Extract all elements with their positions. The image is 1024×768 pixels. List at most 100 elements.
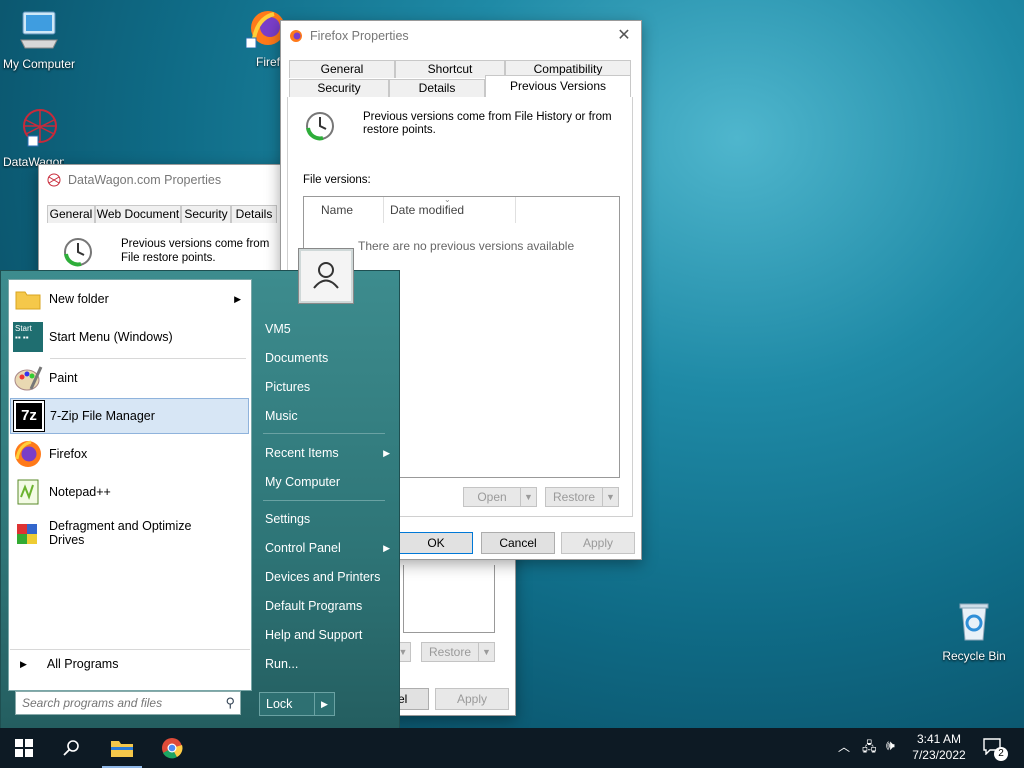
start-item-label: Notepad++: [49, 485, 111, 499]
folder-icon: [111, 741, 133, 757]
defragment-icon: [17, 524, 37, 544]
start-link-control-panel[interactable]: Control Panel ▶: [257, 535, 392, 561]
file-versions-label: File versions:: [303, 174, 371, 186]
apply-button[interactable]: Apply: [435, 688, 509, 710]
tab-security[interactable]: Security: [181, 205, 231, 223]
clock-time: 3:41 AM: [916, 732, 962, 746]
7zip-icon: 7z: [13, 400, 45, 432]
folder-icon: [15, 291, 41, 310]
tab-security[interactable]: Security: [289, 79, 389, 97]
sort-arrow-icon: ⌄: [444, 195, 451, 204]
start-link-label: Recent Items: [265, 446, 339, 460]
show-hidden-icons-chevron-up-icon[interactable]: ︿: [838, 738, 850, 755]
info-text: Previous versions come from File History…: [363, 111, 612, 136]
start-link-vm5[interactable]: VM5: [257, 316, 392, 342]
start-link-my-computer[interactable]: My Computer: [257, 469, 392, 495]
chevron-right-icon: ▶: [234, 293, 241, 304]
network-icon[interactable]: 🖧: [862, 738, 877, 760]
user-icon: [313, 262, 339, 289]
start-link-default-programs[interactable]: Default Programs: [257, 593, 392, 619]
start-link-recent-items[interactable]: Recent Items ▶: [257, 440, 392, 466]
search-icon: [63, 740, 79, 756]
start-item-defragment[interactable]: Defragment and Optimize Drives: [10, 513, 249, 553]
search-input[interactable]: [16, 692, 212, 714]
column-header-name[interactable]: Name: [304, 197, 384, 223]
taskbar: ︿ 🖧 🕪 3:41 AM 7/23/2022 2: [0, 728, 1024, 768]
tab-web-document[interactable]: Web Document: [95, 205, 181, 223]
lock-label: Lock: [266, 697, 293, 711]
search-icon[interactable]: ⚲: [225, 695, 235, 711]
web-shortcut-icon: [23, 109, 57, 147]
window-title: DataWagon.com Properties: [68, 173, 222, 187]
restore-button[interactable]: Restore ▼: [545, 487, 619, 507]
empty-message: There are no previous versions available: [358, 239, 575, 253]
all-programs-label: All Programs: [46, 657, 119, 671]
start-link-run[interactable]: Run...: [257, 651, 392, 677]
volume-icon[interactable]: 🕪: [886, 737, 895, 754]
search-box[interactable]: ⚲: [15, 691, 241, 715]
start-item-new-folder[interactable]: New folder ▶: [10, 281, 249, 317]
desktop-icon-my-computer[interactable]: My Computer: [0, 10, 81, 71]
start-link-help-and-support[interactable]: Help and Support: [257, 622, 392, 648]
chevron-down-icon: ▼: [478, 643, 494, 661]
taskbar-chrome[interactable]: [148, 728, 196, 768]
start-item-start-menu-windows[interactable]: Start ▪▪ ▪▪ Start Menu (Windows): [10, 319, 249, 355]
restore-label: Restore: [428, 645, 472, 659]
chevron-right-icon: ▶: [383, 543, 390, 553]
start-link-label: Control Panel: [265, 541, 341, 555]
desktop-icon-label: Recycle Bin: [942, 649, 1006, 663]
start-item-label: 7-Zip File Manager: [50, 409, 155, 423]
start-item-label: Firefox: [49, 447, 88, 461]
close-icon[interactable]: ✕: [615, 27, 633, 45]
start-button[interactable]: [0, 728, 48, 768]
tab-row-bottom: Security Details Previous Versions: [289, 75, 631, 97]
start-link-devices-and-printers[interactable]: Devices and Printers: [257, 564, 392, 590]
restore-button[interactable]: Restore ▼: [421, 642, 495, 662]
start-link-documents[interactable]: Documents: [257, 345, 392, 371]
clock-restore-icon: [306, 112, 334, 141]
tab-details[interactable]: Details: [231, 205, 277, 223]
chevron-down-icon: ▼: [520, 488, 536, 506]
clock[interactable]: 3:41 AM 7/23/2022: [906, 731, 972, 763]
open-button[interactable]: Open ▼: [463, 487, 537, 507]
all-programs[interactable]: ▶ All Programs: [10, 651, 249, 677]
open-label: Open: [477, 490, 507, 504]
start-link-settings[interactable]: Settings: [257, 506, 392, 532]
tab-details[interactable]: Details: [389, 79, 485, 97]
separator: [263, 433, 385, 434]
start-item-firefox[interactable]: Firefox: [10, 436, 249, 472]
tab-general[interactable]: General: [47, 205, 95, 223]
action-center-icon[interactable]: 2: [982, 737, 1008, 761]
tab-previous-versions[interactable]: Previous Versions: [485, 75, 631, 97]
window-title: Firefox Properties: [310, 29, 409, 43]
separator: [10, 649, 250, 650]
start-item-paint[interactable]: Paint: [10, 360, 249, 396]
cancel-button[interactable]: Cancel: [481, 532, 555, 554]
restore-label: Restore: [552, 490, 596, 504]
desktop-icon-label: Firefox: [256, 55, 281, 69]
info-text: Previous versions come from File restore…: [121, 238, 270, 264]
ok-button[interactable]: OK: [399, 532, 473, 554]
lock-button[interactable]: Lock ▶: [259, 692, 335, 716]
chevron-right-icon: ▶: [20, 658, 27, 669]
start-item-label: Defragment and Optimize Drives: [49, 519, 192, 547]
start-item-notepad-plus-plus[interactable]: Notepad++: [10, 474, 249, 510]
chevron-right-icon[interactable]: ▶: [314, 693, 334, 715]
start-item-7zip[interactable]: 7z 7-Zip File Manager: [10, 398, 249, 434]
desktop-icon-recycle-bin[interactable]: Recycle Bin: [932, 602, 1016, 663]
start-item-label: Paint: [49, 371, 78, 385]
search-button[interactable]: [48, 728, 96, 768]
chevron-right-icon: ▶: [383, 448, 390, 458]
desktop-icon-label: My Computer: [2, 57, 76, 71]
start-link-music[interactable]: Music: [257, 403, 392, 429]
taskbar-file-explorer[interactable]: [98, 728, 146, 768]
desktop-icon-datawagon[interactable]: DataWagon.com: [0, 108, 82, 169]
separator: [50, 358, 246, 359]
start-item-label: New folder: [49, 292, 109, 306]
chrome-icon: [162, 738, 183, 759]
tab-general[interactable]: General: [289, 60, 395, 78]
title-bar[interactable]: Firefox Properties: [281, 21, 641, 51]
apply-button[interactable]: Apply: [561, 532, 635, 554]
user-picture[interactable]: [299, 249, 353, 303]
start-link-pictures[interactable]: Pictures: [257, 374, 392, 400]
